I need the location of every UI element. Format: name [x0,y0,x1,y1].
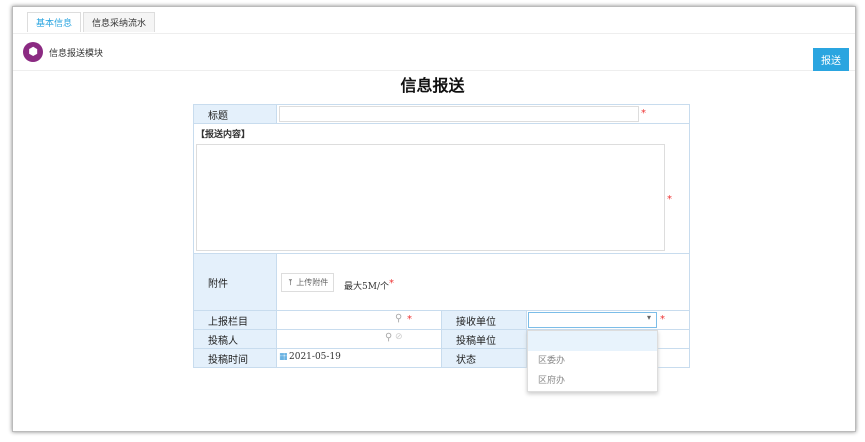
module-title: 信息报送模块 [49,49,104,59]
page-title: 信息报送 [400,76,465,95]
date-label: 投稿时间 [193,348,277,368]
content-cell: 【报送内容】 * [193,123,690,254]
attachment-label: 附件 [193,253,277,311]
chevron-down-icon[interactable]: ▾ [647,313,651,322]
receiver-cell: ▾ * [526,310,690,330]
tab-adoption-log[interactable]: 信息采纳流水 [83,12,156,32]
receiver-select[interactable] [528,312,657,328]
cube-icon: ⬢ [23,42,43,62]
column-label: 上报栏目 [193,310,277,330]
status-label: 状态 [441,348,527,368]
search-icon[interactable]: ⚲ [385,332,392,343]
required-mark: * [389,278,394,289]
attachment-cell: ⤒ 上传附件 最大5M/个 * [276,253,690,311]
required-mark: * [641,108,646,119]
required-mark: * [407,314,412,325]
content-label: 【报送内容】 [196,130,251,140]
tab-bar: 基本信息 信息采纳流水 [27,12,157,32]
column-input[interactable] [277,311,405,329]
search-icon[interactable]: ⚲ [395,313,402,324]
required-mark: * [667,194,672,205]
upload-label: 上传附件 [296,278,329,287]
column-cell: ⚲ * [276,310,442,330]
author-cell: ⚲ ⊘ [276,329,442,349]
author-label: 投稿人 [193,329,277,349]
date-value[interactable]: 2021-05-19 [289,352,341,362]
date-cell: ▦ 2021-05-19 [276,348,442,368]
dropdown-option[interactable] [528,331,657,351]
upload-hint: 最大5M/个 [344,282,389,292]
dropdown-option[interactable]: 区府办 [528,371,657,391]
module-header: ⬢ 信息报送模块 报送 [13,33,855,71]
title-input[interactable] [279,106,639,122]
receiver-dropdown: 区委办 区府办 [527,330,658,392]
receiver-label: 接收单位 [441,310,527,330]
author-unit-label: 投稿单位 [441,329,527,349]
required-mark: * [660,314,665,325]
dropdown-option[interactable]: 区委办 [528,351,657,371]
content-textarea[interactable] [196,144,665,251]
upload-icon: ⤒ [287,278,297,287]
title-cell: * [276,104,690,124]
title-label: 标题 [193,104,277,124]
send-button[interactable]: 报送 [813,48,849,71]
clear-icon[interactable]: ⊘ [395,332,403,342]
calendar-icon[interactable]: ▦ [279,352,288,362]
upload-button[interactable]: ⤒ 上传附件 [281,273,335,292]
tab-basic-info[interactable]: 基本信息 [27,12,82,32]
